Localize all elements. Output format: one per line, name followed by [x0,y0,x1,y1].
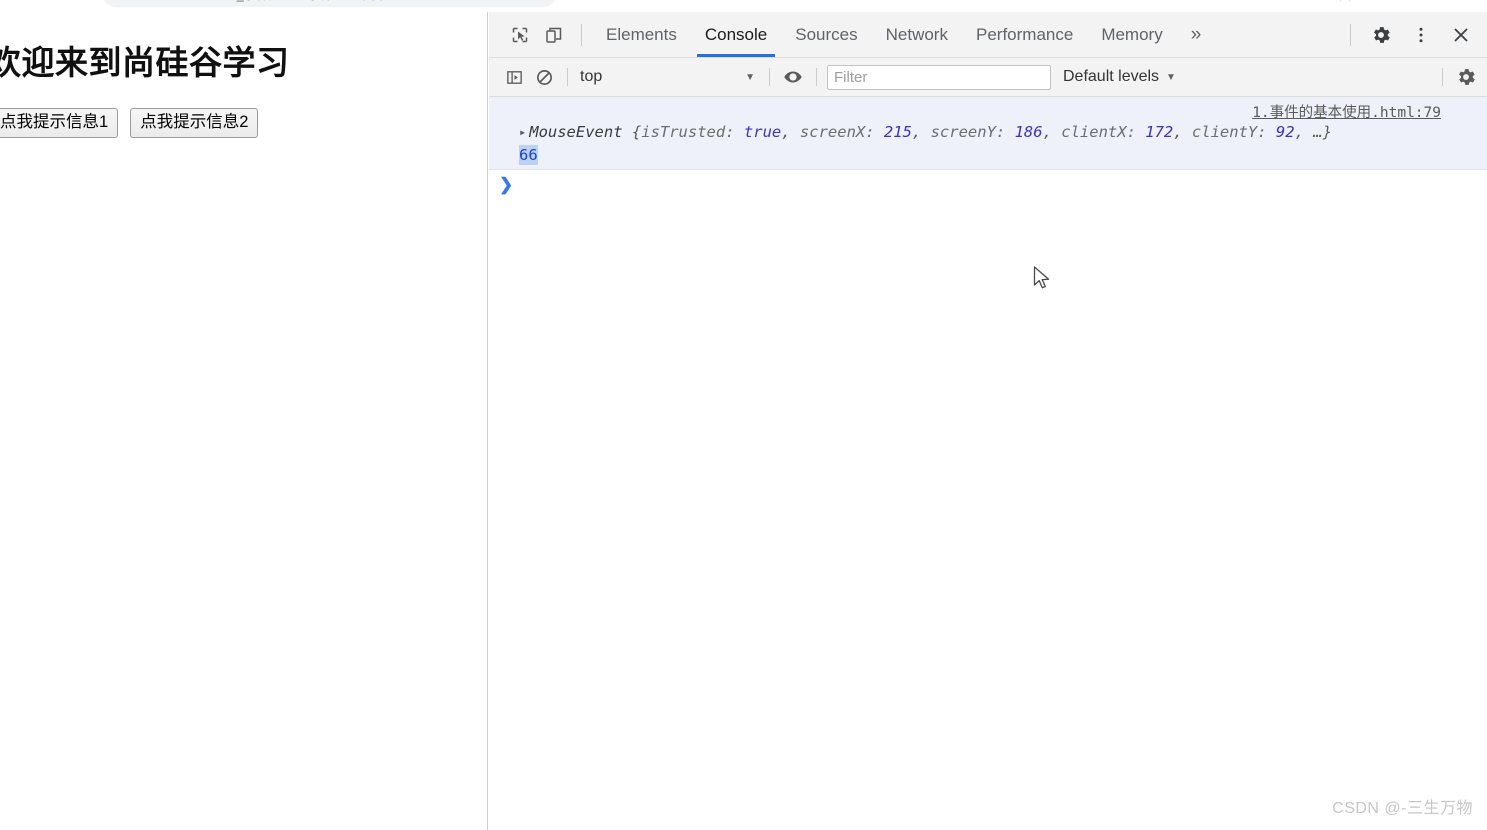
console-prompt-row[interactable]: ❯ [489,170,1487,198]
toolbar-divider-2 [769,68,770,86]
browser-chrome: 127.0.0.1:5500/07_事件处理/1.事件的基本使用.html [0,0,1487,12]
toolbar-divider [581,23,582,46]
prop-sep-3: , [1173,123,1192,141]
chrome-toolbar-icons [1301,0,1479,7]
prop-sep-4: , [1294,123,1314,141]
prop-val-3: 172 [1145,123,1174,141]
log-levels-select[interactable]: Default levels ▼ [1063,68,1176,86]
eye-icon[interactable] [778,62,808,92]
prop-sep-0: , [781,123,800,141]
object-name: MouseEvent [529,123,623,141]
more-tabs-icon[interactable]: » [1177,12,1216,57]
gear-icon[interactable] [1361,15,1401,55]
prop-key-4: clientY: [1191,123,1267,141]
extension-dark-icon[interactable] [1391,0,1419,7]
ellipsis-close: …} [1313,123,1332,141]
profile-avatar[interactable] [1421,0,1449,7]
device-toolbar-icon[interactable] [537,18,571,52]
console-sidebar-toggle-icon[interactable] [499,62,529,92]
prompt-chevron-icon: ❯ [499,175,514,195]
console-toolbar: top ▼ Default levels ▼ [489,58,1487,97]
prop-key-1: screenX: [799,123,875,141]
inspect-element-icon[interactable] [503,18,537,52]
toolbar-divider-3 [816,68,817,86]
tab-network[interactable]: Network [872,12,962,57]
log-levels-label: Default levels [1063,68,1160,85]
execution-context-value: top [580,68,603,85]
prop-sep-2: , [1042,123,1062,141]
toolbar-divider-4 [1442,68,1443,86]
page-title: 欢迎来到尚硅谷学习 [0,44,290,81]
prop-key-2: screenY: [930,123,1006,141]
kebab-menu-icon[interactable] [1401,15,1441,55]
prop-key-0: isTrusted: [641,123,735,141]
console-filter-input[interactable] [827,64,1051,90]
browser-menu-icon[interactable] [1451,0,1479,7]
tab-memory[interactable]: Memory [1087,12,1176,57]
execution-context-select[interactable]: top ▼ [576,68,761,86]
console-source-link[interactable]: 1.事件的基本使用.html:79 [1252,101,1441,122]
chevron-down-icon-levels: ▼ [1166,71,1176,83]
back-button[interactable] [8,0,38,8]
console-message-row[interactable]: 1.事件的基本使用.html:79 ▸ MouseEvent {isTrusted… [489,97,1487,171]
bookmark-icon[interactable] [1331,0,1359,7]
prop-sep-1: , [911,123,931,141]
devtools-tabbar-actions [1340,15,1481,55]
address-bar[interactable]: 127.0.0.1:5500/07_事件处理/1.事件的基本使用.html [102,0,557,7]
devtools-tab-list: Elements Console Sources Network Perform… [592,12,1215,57]
selected-text: 66 [519,144,538,166]
close-icon[interactable] [1441,15,1481,55]
tab-sources[interactable]: Sources [781,12,871,57]
reload-icon[interactable] [68,0,98,8]
search-icon[interactable] [1301,0,1329,7]
tab-console[interactable]: Console [691,12,781,57]
open-brace: { [622,123,642,141]
page-viewport: 欢迎来到尚硅谷学习 点我提示信息1 点我提示信息2 [0,12,488,830]
chevron-down-icon: ▼ [745,71,755,83]
console-settings-gear-icon[interactable] [1451,62,1481,92]
actions-divider [1350,23,1351,46]
page-button-group: 点我提示信息1 点我提示信息2 [0,107,487,139]
disclosure-triangle-icon[interactable]: ▸ [519,124,526,140]
screenshot-root: 127.0.0.1:5500/07_事件处理/1.事件的基本使用.html [0,0,1487,830]
tab-elements[interactable]: Elements [592,12,691,57]
url-text: 127.0.0.1:5500/07_事件处理/1.事件的基本使用.html [136,0,422,3]
tip-button-1[interactable]: 点我提示信息1 [0,107,119,139]
devtools-panel: Elements Console Sources Network Perform… [489,12,1487,830]
console-toolbar-right [1434,62,1481,92]
extension-green-icon[interactable] [1361,0,1389,7]
prop-val-1: 215 [883,123,912,141]
prop-val-2: 186 [1014,123,1043,141]
tip-button-2[interactable]: 点我提示信息2 [130,107,259,139]
devtools-tabbar: Elements Console Sources Network Perform… [489,12,1487,58]
tab-performance[interactable]: Performance [962,12,1087,57]
csdn-watermark: CSDN @-三生万物 [1332,800,1473,817]
prop-val-4: 92 [1275,123,1295,141]
prop-val-0: true [743,123,782,141]
console-output[interactable]: 1.事件的基本使用.html:79 ▸ MouseEvent {isTrusted… [489,97,1487,830]
forward-button[interactable] [38,0,68,8]
mouse-cursor [1033,266,1050,289]
clear-console-icon[interactable] [529,62,559,92]
toolbar-divider-1 [567,68,568,86]
prop-key-3: clientX: [1061,123,1136,141]
